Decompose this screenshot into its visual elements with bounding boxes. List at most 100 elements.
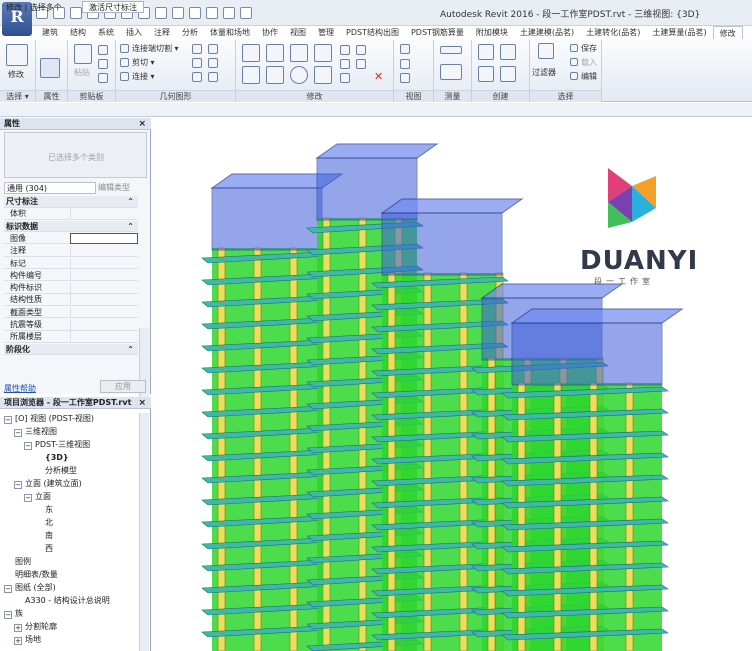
collapse-icon[interactable]: ⌃: [127, 344, 134, 355]
property-row[interactable]: 所属楼层: [4, 331, 138, 343]
collapse-icon[interactable]: −: [14, 481, 22, 489]
tree-item[interactable]: 南: [34, 531, 53, 541]
tree-item[interactable]: 分析模型: [34, 466, 77, 476]
apply-button[interactable]: 应用: [100, 380, 146, 393]
geometry-item-2[interactable]: 连接 ▾: [132, 71, 155, 82]
ribbon-tab-14[interactable]: 土建转化(品茗): [580, 26, 646, 39]
edit-selection-icon[interactable]: [570, 72, 578, 80]
measure-distance-icon[interactable]: [440, 46, 462, 54]
dimension-icon[interactable]: [440, 64, 462, 80]
remove-paint-icon[interactable]: [208, 72, 218, 82]
collapse-icon[interactable]: −: [24, 494, 32, 502]
scale-icon[interactable]: [356, 45, 366, 55]
linework-icon[interactable]: [400, 73, 410, 83]
close-hidden-icon[interactable]: [223, 7, 235, 19]
unpin-icon[interactable]: [340, 73, 350, 83]
ribbon-tab-10[interactable]: PDST结构出图: [340, 26, 405, 39]
trim-icon[interactable]: [314, 66, 332, 84]
close-icon[interactable]: ×: [138, 397, 146, 409]
tree-item[interactable]: 明细表/数量: [4, 570, 58, 580]
building-model[interactable]: [152, 118, 752, 651]
thin-lines-icon[interactable]: [206, 7, 218, 19]
property-value[interactable]: [70, 245, 138, 257]
select-panel-label[interactable]: 选择 ▾: [0, 90, 35, 102]
instance-filter-select[interactable]: 通用 (304): [4, 182, 96, 194]
edit-selection-label[interactable]: 编辑: [581, 71, 597, 82]
activate-dimensions-tab[interactable]: 激活尺寸标注: [82, 1, 144, 13]
properties-icon[interactable]: [40, 58, 60, 78]
collapse-icon[interactable]: ⌃: [127, 221, 134, 232]
cope-icon[interactable]: [120, 44, 129, 53]
pin-icon[interactable]: [356, 59, 366, 69]
property-group[interactable]: 尺寸标注 ⌃: [4, 196, 138, 208]
expand-icon[interactable]: +: [14, 637, 22, 645]
text-icon[interactable]: [155, 7, 167, 19]
array-icon[interactable]: [340, 59, 350, 69]
properties-help-link[interactable]: 属性帮助: [4, 383, 36, 394]
ribbon-tab-5[interactable]: 分析: [176, 26, 204, 39]
ribbon-tab-9[interactable]: 管理: [312, 26, 340, 39]
collapse-icon[interactable]: −: [4, 416, 12, 424]
tree-item[interactable]: − 族: [4, 609, 23, 619]
join-icon[interactable]: [120, 72, 129, 81]
modify-cursor-icon[interactable]: [6, 44, 28, 66]
property-value[interactable]: [70, 269, 138, 281]
tree-item[interactable]: 图例: [4, 557, 31, 567]
ribbon-tab-2[interactable]: 系统: [92, 26, 120, 39]
filter-icon[interactable]: [538, 43, 554, 59]
browser-scrollbar[interactable]: [139, 413, 149, 651]
tree-item[interactable]: − 图纸 (全部): [4, 583, 56, 593]
collapse-icon[interactable]: −: [14, 429, 22, 437]
3d-view-icon[interactable]: [172, 7, 184, 19]
ribbon-tab-1[interactable]: 结构: [64, 26, 92, 39]
collapse-icon[interactable]: −: [4, 585, 12, 593]
paint-icon[interactable]: [192, 58, 202, 68]
property-row[interactable]: 体积: [4, 208, 138, 220]
property-value[interactable]: [70, 232, 138, 244]
tree-item[interactable]: − PDST-三维视图: [24, 440, 90, 450]
demolish-icon[interactable]: [208, 58, 218, 68]
ribbon-tab-12[interactable]: 附加模块: [470, 26, 514, 39]
ribbon-tab-11[interactable]: PDST钢筋算量: [405, 26, 470, 39]
property-value[interactable]: [70, 306, 138, 318]
delete-icon[interactable]: ✕: [374, 70, 383, 83]
match-type-icon[interactable]: [98, 73, 108, 83]
join-roof-icon[interactable]: [192, 72, 202, 82]
copy-icon[interactable]: [98, 59, 108, 69]
tree-item[interactable]: 西: [34, 544, 53, 554]
property-row[interactable]: 构件标识: [4, 282, 138, 294]
hide-icon[interactable]: [400, 44, 410, 54]
align-icon[interactable]: [242, 44, 260, 62]
wall-joins-icon[interactable]: [192, 44, 202, 54]
mirror-draw-icon[interactable]: [314, 44, 332, 62]
property-row[interactable]: 标记: [4, 257, 138, 269]
geometry-item-1[interactable]: 剪切 ▾: [132, 57, 155, 68]
property-value[interactable]: [70, 282, 138, 294]
ribbon-tab-3[interactable]: 插入: [120, 26, 148, 39]
ribbon-tab-6[interactable]: 体量和场地: [204, 26, 256, 39]
mirror-axis-icon[interactable]: [290, 44, 308, 62]
collapse-icon[interactable]: −: [4, 611, 12, 619]
load-selection-label[interactable]: 载入: [581, 57, 597, 68]
paste-icon[interactable]: [74, 44, 92, 64]
collapse-icon[interactable]: ⌃: [127, 196, 134, 207]
property-group[interactable]: 阶段化 ⌃: [4, 343, 138, 356]
property-row[interactable]: 构件编号: [4, 269, 138, 282]
geometry-item-0[interactable]: 连接端切割 ▾: [132, 43, 179, 54]
sync-icon[interactable]: [70, 7, 82, 19]
save-selection-label[interactable]: 保存: [581, 43, 597, 54]
property-row[interactable]: 截面类型: [4, 306, 138, 319]
create-assembly-icon[interactable]: [478, 44, 494, 60]
close-icon[interactable]: ×: [138, 118, 146, 130]
override-graphics-icon[interactable]: [400, 59, 410, 69]
cut-icon[interactable]: [98, 45, 108, 55]
property-row[interactable]: 注释: [4, 245, 138, 257]
cut-geometry-icon[interactable]: [120, 58, 129, 67]
tree-item[interactable]: + 分割轮廓: [14, 622, 57, 632]
expand-icon[interactable]: +: [14, 624, 22, 632]
property-value[interactable]: [70, 319, 138, 330]
split-face-icon[interactable]: [208, 44, 218, 54]
create-parts-icon[interactable]: [500, 44, 516, 60]
tree-item[interactable]: 北: [34, 518, 53, 528]
property-group[interactable]: 标识数据 ⌃: [4, 220, 138, 233]
